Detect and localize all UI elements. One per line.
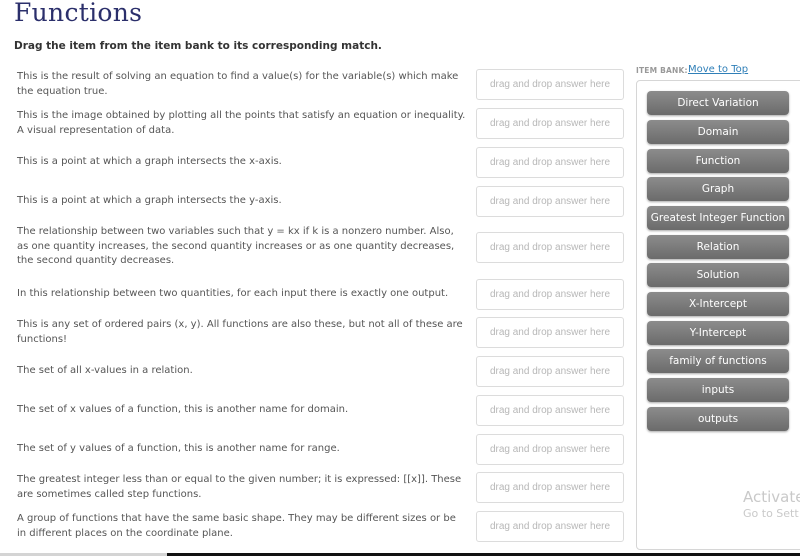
item-y-intercept[interactable]: Y-Intercept: [647, 321, 789, 345]
drop-target-12[interactable]: drag and drop answer here: [476, 511, 624, 542]
prompt-9: The set of x values of a function, this …: [17, 404, 349, 415]
watermark-line-2: Go to Sett: [743, 507, 799, 520]
drop-target-4[interactable]: drag and drop answer here: [476, 186, 624, 217]
item-bank-label: ITEM BANK:: [636, 66, 688, 75]
drop-target-2[interactable]: drag and drop answer here: [476, 108, 624, 139]
item-function[interactable]: Function: [647, 149, 789, 173]
prompt-5: The relationship between two variables s…: [17, 226, 455, 266]
prompt-8: The set of all x-values in a relation.: [17, 365, 193, 376]
drop-target-3[interactable]: drag and drop answer here: [476, 147, 624, 178]
prompt-4: This is a point at which a graph interse…: [17, 195, 282, 206]
item-graph[interactable]: Graph: [647, 177, 789, 201]
drop-target-6[interactable]: drag and drop answer here: [476, 279, 624, 310]
prompt-3: This is a point at which a graph interse…: [17, 156, 282, 167]
item-domain[interactable]: Domain: [647, 120, 789, 144]
item-solution[interactable]: Solution: [647, 263, 789, 287]
prompt-2: This is the image obtained by plotting a…: [17, 110, 466, 136]
watermark-line-1: Activate: [743, 488, 800, 506]
drop-target-5[interactable]: drag and drop answer here: [476, 232, 624, 263]
prompt-7: This is any set of ordered pairs (x, y).…: [17, 319, 463, 345]
item-family-of-functions[interactable]: family of functions: [647, 349, 789, 373]
prompt-1: This is the result of solving an equatio…: [17, 71, 459, 97]
activation-watermark: Activate Go to Sett: [743, 488, 800, 522]
item-direct-variation[interactable]: Direct Variation: [647, 91, 789, 115]
item-greatest-integer-function[interactable]: Greatest Integer Function: [647, 206, 789, 230]
item-outputs[interactable]: outputs: [647, 407, 789, 431]
move-to-top-link[interactable]: Move to Top: [688, 64, 748, 75]
item-relation[interactable]: Relation: [647, 235, 789, 259]
drop-target-9[interactable]: drag and drop answer here: [476, 395, 624, 426]
instructions: Drag the item from the item bank to its …: [14, 40, 382, 52]
prompt-11: The greatest integer less than or equal …: [17, 474, 462, 500]
drop-target-1[interactable]: drag and drop answer here: [476, 69, 624, 100]
drop-target-10[interactable]: drag and drop answer here: [476, 434, 624, 465]
drop-target-8[interactable]: drag and drop answer here: [476, 356, 624, 387]
item-x-intercept[interactable]: X-Intercept: [647, 292, 789, 316]
item-inputs[interactable]: inputs: [647, 378, 789, 402]
page-title: Functions: [14, 0, 143, 27]
prompt-12: A group of functions that have the same …: [17, 513, 456, 539]
prompt-6: In this relationship between two quantit…: [17, 288, 449, 299]
drop-target-11[interactable]: drag and drop answer here: [476, 472, 624, 503]
prompt-10: The set of y values of a function, this …: [17, 443, 340, 454]
drop-target-7[interactable]: drag and drop answer here: [476, 317, 624, 348]
